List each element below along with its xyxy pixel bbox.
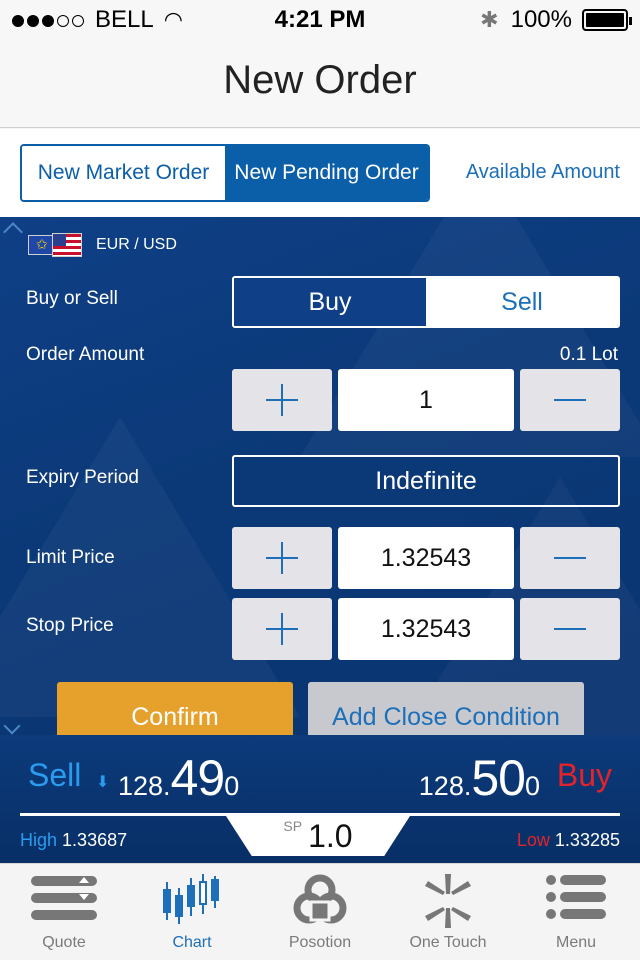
buy-price[interactable]: 128.500 <box>419 749 540 807</box>
sell-price-pips: 49 <box>170 750 226 806</box>
stop-decrease-button[interactable] <box>520 598 620 660</box>
minus-icon <box>554 399 586 401</box>
sell-option[interactable]: Sell <box>426 278 618 326</box>
minus-icon <box>554 557 586 559</box>
down-arrow-icon: ⬇ <box>96 774 110 791</box>
limit-price-label: Limit Price <box>26 547 115 568</box>
bluetooth-icon: ✱ <box>480 7 499 32</box>
low-label: Low <box>516 830 550 850</box>
limit-increase-button[interactable] <box>232 527 332 589</box>
available-amount-link[interactable]: Available Amount <box>466 161 620 184</box>
currency-pair[interactable]: EUR / USD <box>28 233 177 257</box>
confirm-button[interactable]: Confirm <box>57 682 293 735</box>
tab-one-touch[interactable]: One Touch <box>384 864 512 960</box>
tab-new-market-order[interactable]: New Market Order <box>22 146 225 200</box>
expiry-period-select[interactable]: Indefinite <box>232 455 620 507</box>
battery-icon <box>582 9 632 31</box>
spread-badge: SP 1.0 <box>226 816 410 856</box>
sell-price-fraction: 0 <box>224 771 240 801</box>
stop-price-stepper: 1.32543 <box>232 598 620 660</box>
spread-label: SP <box>283 818 303 834</box>
tab-one-touch-label: One Touch <box>409 934 487 951</box>
menu-icon <box>546 875 606 919</box>
tab-quote[interactable]: Quote <box>0 864 128 960</box>
plus-icon <box>266 384 298 416</box>
high-label: High <box>20 830 58 850</box>
sell-price[interactable]: 128.490 <box>118 749 239 807</box>
nav-bar: New Order <box>0 40 640 128</box>
lot-unit: 0.1 Lot <box>559 344 618 365</box>
stop-price-label: Stop Price <box>26 615 114 636</box>
eur-usd-flag-icon <box>28 233 82 257</box>
limit-price-stepper: 1.32543 <box>232 527 620 589</box>
tab-menu-label: Menu <box>555 934 597 951</box>
spread-value: 1.0 <box>308 817 353 854</box>
stop-increase-button[interactable] <box>232 598 332 660</box>
page-title: New Order <box>223 58 417 102</box>
order-type-segmented: New Market Order New Pending Order <box>20 144 430 202</box>
high-value: 1.33687 <box>62 830 128 850</box>
tab-position-label: Posotion <box>288 934 352 951</box>
chevron-up-icon[interactable] <box>3 222 23 242</box>
expiry-period-label: Expiry Period <box>26 467 139 488</box>
tab-chart-label: Chart <box>172 934 212 951</box>
buy-option[interactable]: Buy <box>234 278 426 326</box>
add-close-condition-button[interactable]: Add Close Condition <box>308 682 584 735</box>
tab-bar: Quote Chart Posotion One Touch Menu <box>0 863 640 960</box>
high-price: High 1.33687 <box>20 830 127 851</box>
buy-price-prefix: 128. <box>418 771 472 801</box>
stop-price-field[interactable]: 1.32543 <box>338 598 514 660</box>
quote-icon <box>31 876 97 920</box>
limit-price-field[interactable]: 1.32543 <box>338 527 514 589</box>
order-amount-label: Order Amount <box>26 344 145 365</box>
chart-icon <box>163 874 219 924</box>
chevron-down-icon[interactable] <box>3 717 21 735</box>
tab-quote-label: Quote <box>42 934 86 951</box>
limit-decrease-button[interactable] <box>520 527 620 589</box>
buy-price-fraction: 0 <box>524 771 540 801</box>
sell-quote-label[interactable]: Sell <box>28 757 81 794</box>
buy-or-sell-label: Buy or Sell <box>26 288 118 309</box>
position-icon <box>293 874 347 924</box>
plus-icon <box>266 613 298 645</box>
one-touch-icon <box>425 874 471 928</box>
tab-chart[interactable]: Chart <box>128 864 256 960</box>
low-price: Low 1.33285 <box>517 830 620 851</box>
low-value: 1.33285 <box>554 830 620 850</box>
plus-icon <box>266 542 298 574</box>
status-bar: BELL ◠ 4:21 PM ✱ 100% <box>0 0 640 40</box>
amount-field[interactable]: 1 <box>338 369 514 431</box>
tab-position[interactable]: Posotion <box>256 864 384 960</box>
buy-quote-label[interactable]: Buy <box>557 757 612 794</box>
sell-price-prefix: 128. <box>118 771 171 801</box>
pair-label: EUR / USD <box>96 236 177 253</box>
buy-price-pips: 50 <box>471 750 526 806</box>
quote-bar: Sell ⬇ 128.490 128.500 Buy SP 1.0 High 1… <box>0 735 640 863</box>
amount-increase-button[interactable] <box>232 369 332 431</box>
tab-new-pending-order[interactable]: New Pending Order <box>225 146 428 200</box>
order-type-row: New Market Order New Pending Order Avail… <box>0 129 640 217</box>
tab-menu[interactable]: Menu <box>512 864 640 960</box>
battery-percent: 100% <box>510 6 572 33</box>
minus-icon <box>554 628 586 630</box>
order-form-panel: EUR / USD Buy or Sell Buy Sell Order Amo… <box>0 217 640 735</box>
buy-sell-toggle: Buy Sell <box>232 276 620 328</box>
order-amount-stepper: 1 <box>232 369 620 431</box>
amount-decrease-button[interactable] <box>520 369 620 431</box>
quote-divider <box>20 813 620 816</box>
